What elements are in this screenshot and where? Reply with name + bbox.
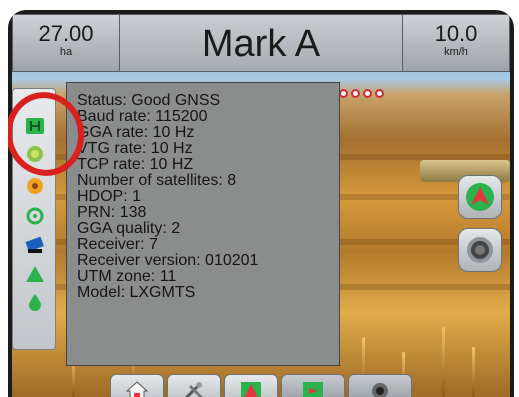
- info-line-status: Status: Good GNSS: [77, 92, 221, 109]
- info-line-vtg-rate: VTG rate: 10 Hz: [77, 140, 193, 157]
- tilt-icon[interactable]: [25, 237, 45, 255]
- info-line-utm-zone: UTM zone: 11: [77, 268, 177, 285]
- area-readout[interactable]: 27.00 ha: [12, 14, 120, 72]
- tab-home[interactable]: [110, 374, 164, 397]
- status-dot: [339, 89, 348, 98]
- top-status-bar: 27.00 ha Mark A 10.0 km/h: [12, 14, 510, 72]
- camera-lens-icon: [467, 237, 493, 263]
- guidance-screen-icon: [303, 382, 323, 397]
- area-value: 27.00: [38, 21, 94, 46]
- info-line-tcp-rate: TCP rate: 10 HZ: [77, 156, 194, 173]
- field-map-icon: [241, 382, 261, 397]
- info-line-gga-rate: GGA rate: 10 Hz: [77, 124, 195, 141]
- water-drop-icon[interactable]: [25, 293, 45, 311]
- speed-value: 10.0: [434, 21, 478, 46]
- speed-unit: km/h: [444, 46, 468, 58]
- info-line-hdop: HDOP: 1: [77, 188, 142, 205]
- tab-camera[interactable]: [348, 374, 412, 397]
- status-dot: [351, 89, 360, 98]
- info-line-gga-quality: GGA quality: 2: [77, 220, 181, 237]
- camera-icon: [372, 383, 388, 397]
- info-line-prn: PRN: 138: [77, 204, 147, 221]
- bottom-nav-bar: [110, 374, 415, 397]
- steering-icon[interactable]: [25, 207, 45, 225]
- caption-strip: [0, 0, 519, 6]
- guidance-arrow-icon: [466, 183, 494, 211]
- status-dot: [363, 89, 372, 98]
- section-status-icon[interactable]: [25, 177, 45, 195]
- guidance-icon[interactable]: [25, 265, 45, 283]
- home-icon: [125, 381, 149, 397]
- info-line-model: Model: LXGMTS: [77, 284, 196, 301]
- tools-icon: [184, 382, 204, 397]
- info-line-receiver: Receiver: 7: [77, 236, 158, 253]
- tab-guidance-screen[interactable]: [281, 374, 345, 397]
- guidance-arrow-button[interactable]: [458, 175, 502, 219]
- job-title: Mark A: [201, 23, 321, 65]
- status-dots: [339, 89, 384, 98]
- info-line-baud-rate: Baud rate: 115200: [77, 108, 208, 125]
- speed-readout[interactable]: 10.0 km/h: [402, 14, 510, 72]
- tab-tools[interactable]: [167, 374, 221, 397]
- tab-field-map[interactable]: [224, 374, 278, 397]
- display-device: 27.00 ha Mark A 10.0 km/h Status: Good G…: [8, 10, 514, 397]
- job-title-box[interactable]: Mark A: [120, 14, 402, 72]
- status-dot: [375, 89, 384, 98]
- info-line-receiver-version: Receiver version: 010201: [77, 252, 259, 269]
- area-unit: ha: [59, 46, 73, 58]
- info-line-satellites: Number of satellites: 8: [77, 172, 237, 189]
- gnss-info-panel[interactable]: Status: Good GNSS Baud rate: 115200 GGA …: [66, 82, 340, 366]
- camera-lens-button[interactable]: [458, 228, 502, 272]
